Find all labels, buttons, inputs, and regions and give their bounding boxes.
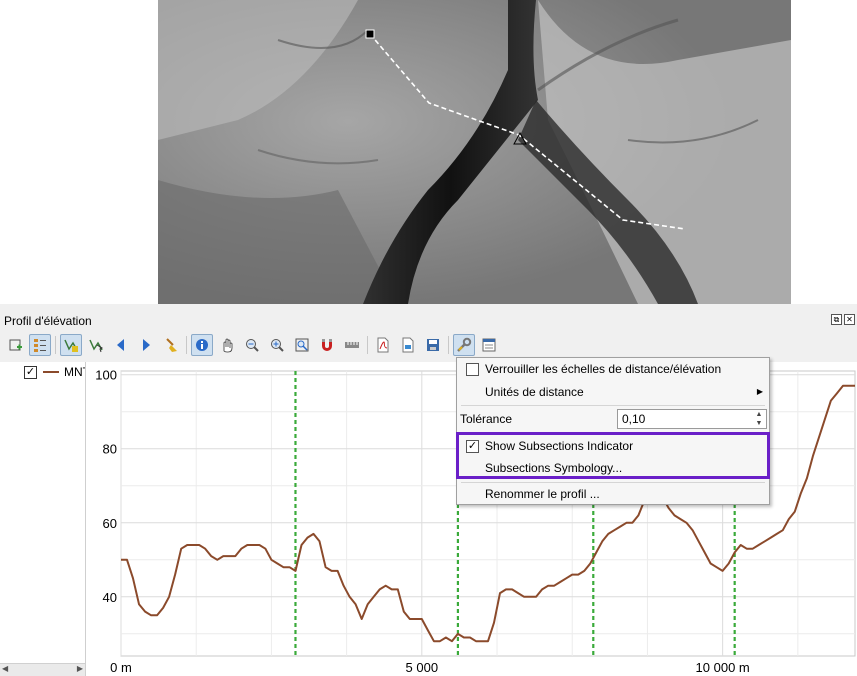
spin-down-icon[interactable]: ▼: [752, 419, 766, 428]
rename-profile-label: Renommer le profil ...: [485, 487, 600, 501]
panel-title: Profil d'élévation: [4, 314, 92, 328]
panel-splitter[interactable]: [0, 304, 857, 310]
subsections-symbology-label: Subsections Symbology...: [485, 461, 623, 475]
lock-scales-checkbox[interactable]: [466, 363, 479, 376]
clear-icon[interactable]: [160, 334, 182, 356]
toolbar-separator: [186, 336, 187, 354]
pan-icon[interactable]: [216, 334, 238, 356]
show-subsections-label: Show Subsections Indicator: [485, 439, 634, 453]
dock-icon[interactable]: [478, 334, 500, 356]
tolerance-input[interactable]: [617, 409, 767, 429]
capture-curve-icon[interactable]: [60, 334, 82, 356]
submenu-arrow-icon: ▶: [756, 387, 763, 396]
export-image-icon[interactable]: [397, 334, 419, 356]
elevation-toolbar: [4, 333, 503, 357]
distance-units-label: Unités de distance: [485, 385, 584, 399]
layer-legend: ✓ MNT ◀ ▶: [0, 362, 86, 676]
y-tick-label: 40: [103, 590, 117, 605]
layer-line-symbol: [43, 371, 59, 373]
options-icon[interactable]: [453, 334, 475, 356]
subsections-symbology-item[interactable]: Subsections Symbology...: [457, 457, 769, 479]
toolbar-separator: [367, 336, 368, 354]
identify-icon[interactable]: [191, 334, 213, 356]
menu-separator: [461, 433, 765, 434]
undo-icon[interactable]: [110, 334, 132, 356]
scroll-right-icon[interactable]: ▶: [77, 664, 83, 673]
zoom-full-icon[interactable]: [291, 334, 313, 356]
lock-scales-label: Verrouiller les échelles de distance/élé…: [485, 362, 722, 376]
distance-units-item[interactable]: Unités de distance ▶: [457, 381, 769, 403]
menu-separator: [461, 405, 765, 406]
add-layers-icon[interactable]: [4, 334, 26, 356]
layer-label: MNT: [64, 365, 85, 379]
toolbar-separator: [55, 336, 56, 354]
spin-up-icon[interactable]: ▲: [752, 410, 766, 419]
x-tick-label: 5 000: [406, 660, 439, 675]
y-tick-label: 60: [103, 516, 117, 531]
lock-scales-item[interactable]: Verrouiller les échelles de distance/élé…: [457, 358, 769, 380]
options-menu: Verrouiller les échelles de distance/élé…: [456, 357, 770, 505]
close-icon[interactable]: ✕: [844, 314, 855, 325]
legend-horizontal-scrollbar[interactable]: ◀ ▶: [0, 663, 85, 676]
capture-from-feature-icon[interactable]: [85, 334, 107, 356]
snapping-icon[interactable]: [316, 334, 338, 356]
toolbar-separator: [448, 336, 449, 354]
y-tick-label: 100: [95, 368, 117, 383]
tolerance-spinner[interactable]: ▲ ▼: [752, 410, 766, 428]
export-pdf-icon[interactable]: [372, 334, 394, 356]
float-icon[interactable]: ⧉: [831, 314, 842, 325]
show-subsections-item[interactable]: ✓ Show Subsections Indicator: [457, 435, 769, 457]
tolerance-label: Tolérance: [460, 412, 513, 426]
layer-tree-icon[interactable]: [29, 334, 51, 356]
distance-icon[interactable]: [341, 334, 363, 356]
zoom-x-icon[interactable]: [241, 334, 263, 356]
legend-layer-row[interactable]: ✓ MNT: [24, 365, 85, 379]
layer-checkbox[interactable]: ✓: [24, 365, 37, 379]
export-3d-icon[interactable]: [422, 334, 444, 356]
y-tick-label: 80: [103, 442, 117, 457]
show-subsections-checkbox[interactable]: ✓: [466, 440, 479, 453]
map-canvas-area[interactable]: [0, 0, 857, 304]
x-tick-label: 0 m: [110, 660, 132, 675]
map-canvas[interactable]: [158, 0, 791, 304]
x-tick-label: 10 000 m: [696, 660, 750, 675]
rename-profile-item[interactable]: Renommer le profil ...: [457, 483, 769, 505]
panel-window-controls: ⧉ ✕: [831, 314, 855, 325]
scroll-left-icon[interactable]: ◀: [2, 664, 8, 673]
redo-icon[interactable]: [135, 334, 157, 356]
zoom-in-icon[interactable]: [266, 334, 288, 356]
